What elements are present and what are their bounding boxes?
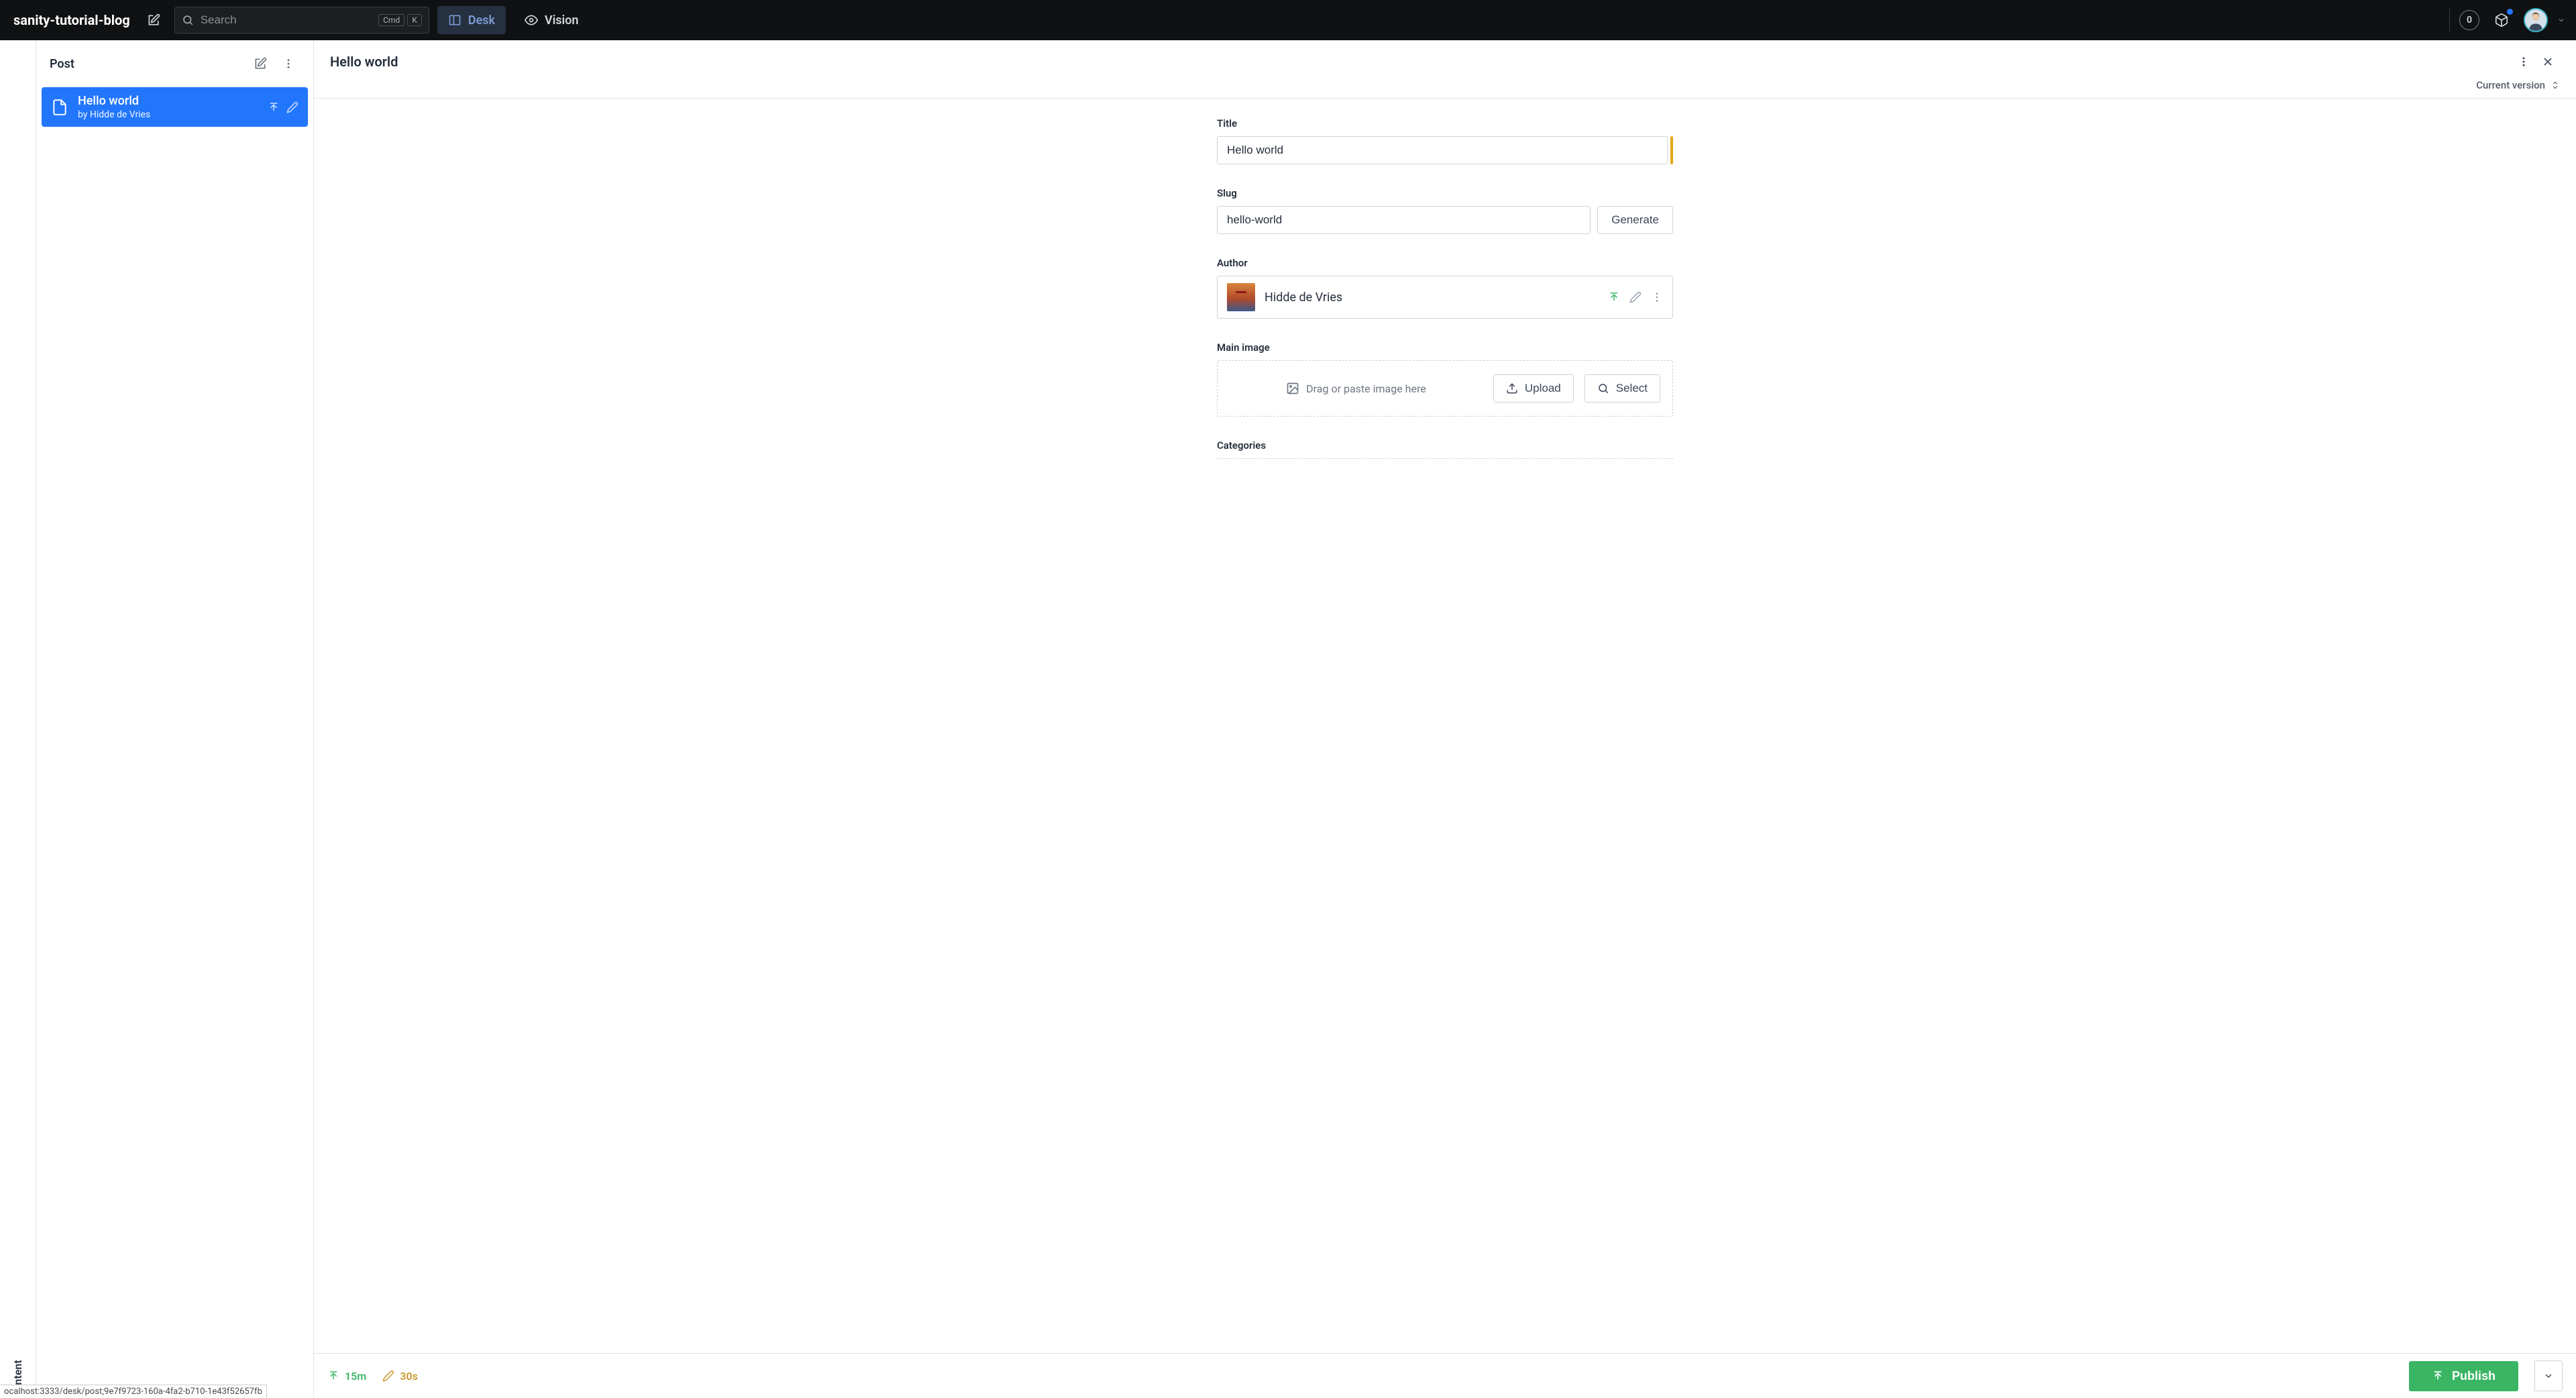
list-item-title: Hello world	[78, 94, 258, 108]
counter-badge[interactable]: 0	[2459, 10, 2479, 30]
compose-icon	[254, 57, 267, 70]
edited-ago: 30s	[400, 1370, 418, 1383]
nav-divider	[2449, 9, 2450, 32]
publish-more-button[interactable]	[2534, 1360, 2563, 1391]
pencil-icon	[286, 101, 299, 113]
list-pane: Post Hello world by Hidde de Vries	[36, 40, 314, 1398]
publish-button[interactable]: Publish	[2409, 1361, 2518, 1391]
pane-menu-button[interactable]	[277, 52, 300, 75]
publish-up-icon[interactable]	[1608, 291, 1620, 303]
panel-icon	[448, 13, 462, 27]
title-label: Title	[1217, 117, 1673, 129]
search-icon	[182, 14, 194, 26]
pencil-icon	[382, 1370, 394, 1382]
sidebar-label: Content	[11, 54, 24, 1398]
site-title: sanity-tutorial-blog	[11, 12, 133, 28]
tab-vision[interactable]: Vision	[514, 6, 590, 34]
slug-input[interactable]	[1217, 206, 1591, 234]
kbd-k: K	[407, 14, 422, 26]
tab-desk-label: Desk	[468, 13, 495, 28]
edited-status: 30s	[382, 1370, 418, 1383]
editor-footer: 15m 30s Publish	[314, 1353, 2576, 1398]
kebab-icon	[282, 58, 294, 70]
upload-label: Upload	[1525, 382, 1561, 395]
generate-button[interactable]: Generate	[1597, 206, 1673, 234]
search-icon	[1597, 382, 1609, 394]
title-input[interactable]	[1217, 136, 1668, 164]
categories-label: Categories	[1217, 439, 1673, 451]
drop-text: Drag or paste image here	[1306, 382, 1426, 395]
sort-icon	[2551, 80, 2560, 90]
package-icon	[2494, 13, 2509, 28]
publish-up-icon	[268, 101, 280, 113]
list-item[interactable]: Hello world by Hidde de Vries	[42, 87, 308, 127]
search-input[interactable]	[201, 13, 372, 27]
avatar[interactable]	[2524, 8, 2548, 32]
kbd-shortcut: Cmd K	[378, 14, 422, 26]
version-label: Current version	[2476, 79, 2545, 91]
editor-pane: Hello world Current version	[314, 40, 2576, 1398]
published-status: 15m	[327, 1370, 366, 1383]
select-label: Select	[1616, 382, 1648, 395]
publish-up-icon	[2432, 1370, 2444, 1382]
chevron-down-icon[interactable]	[2557, 16, 2565, 24]
sidebar-tab[interactable]: Content	[0, 40, 36, 1398]
search-box[interactable]: Cmd K	[174, 7, 429, 34]
main-image-label: Main image	[1217, 341, 1673, 354]
notification-dot	[2507, 9, 2513, 15]
eye-icon	[525, 13, 538, 27]
upload-icon	[1506, 382, 1518, 394]
pane-title: Post	[50, 57, 244, 71]
document-title: Hello world	[330, 54, 2512, 70]
edit-icon	[147, 13, 160, 27]
publish-up-icon	[327, 1370, 339, 1382]
package-button[interactable]	[2489, 7, 2514, 33]
select-button[interactable]: Select	[1585, 374, 1660, 402]
navbar: sanity-tutorial-blog Cmd K Desk Vision 0	[0, 0, 2576, 40]
tab-vision-label: Vision	[545, 13, 579, 28]
kbd-cmd: Cmd	[378, 14, 405, 26]
upload-button[interactable]: Upload	[1493, 374, 1574, 402]
pencil-icon[interactable]	[1629, 291, 1642, 303]
published-ago: 15m	[345, 1370, 366, 1383]
author-name: Hidde de Vries	[1265, 290, 1599, 305]
version-selector[interactable]: Current version	[2476, 79, 2560, 91]
author-label: Author	[1217, 257, 1673, 269]
editor-menu-button[interactable]	[2512, 50, 2536, 74]
compose-button[interactable]	[141, 7, 166, 33]
avatar-image	[2525, 9, 2546, 31]
new-document-button[interactable]	[249, 52, 272, 75]
document-icon	[51, 99, 68, 116]
status-url: ocalhost:3333/desk/post;9e7f9723-160a-4f…	[0, 1385, 267, 1398]
author-thumbnail	[1227, 283, 1255, 311]
chevron-down-icon	[2543, 1370, 2554, 1381]
list-item-subtitle: by Hidde de Vries	[78, 109, 258, 120]
author-reference[interactable]: Hidde de Vries	[1217, 276, 1673, 319]
slug-label: Slug	[1217, 187, 1673, 199]
close-button[interactable]	[2536, 50, 2560, 74]
categories-area	[1217, 458, 1673, 459]
publish-label: Publish	[2452, 1369, 2496, 1383]
kebab-icon[interactable]	[1651, 291, 1663, 303]
kebab-icon	[2518, 56, 2530, 68]
image-dropzone[interactable]: Drag or paste image here Upload Select	[1217, 360, 1673, 417]
image-icon	[1286, 382, 1299, 395]
tab-desk[interactable]: Desk	[437, 6, 506, 34]
close-icon	[2541, 55, 2555, 68]
edit-indicator	[1670, 136, 1673, 164]
